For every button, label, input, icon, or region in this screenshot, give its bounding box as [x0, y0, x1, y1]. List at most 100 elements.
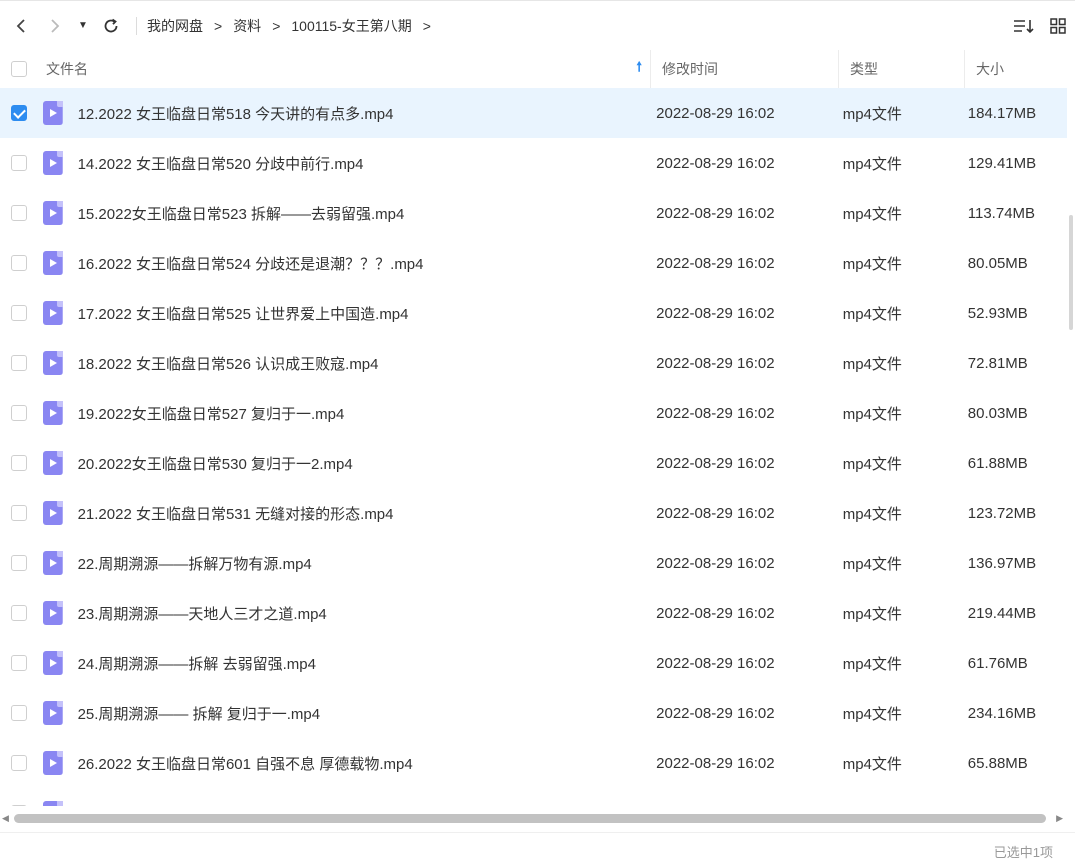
row-checkbox[interactable] [0, 205, 38, 221]
file-row[interactable]: 24.周期溯源——拆解 去弱留强.mp4 2022-08-29 16:02 mp4文… [0, 638, 1067, 688]
file-type: mp4文件 [842, 105, 902, 123]
row-checkbox[interactable] [0, 355, 38, 371]
file-type: mp4文件 [842, 755, 902, 773]
file-row[interactable]: 14.2022 女王临盘日常520 分歧中前行.mp4 2022-08-29 16… [0, 138, 1067, 188]
header-time-label: 修改时间 [662, 61, 718, 77]
file-row[interactable]: 18.2022 女王临盘日常526 认识成王败寇.mp4 2022-08-29 1… [0, 338, 1067, 388]
history-dropdown-icon[interactable]: ▼ [72, 9, 94, 43]
row-checkbox[interactable] [0, 555, 38, 571]
horizontal-scroll-thumb[interactable] [14, 814, 1046, 823]
scroll-left-icon[interactable]: ◀ [2, 813, 9, 824]
checkbox-box[interactable] [10, 155, 27, 171]
header-type[interactable]: 类型 [839, 50, 965, 88]
row-checkbox[interactable] [0, 505, 38, 521]
video-file-icon [42, 301, 63, 325]
row-checkbox[interactable] [0, 805, 38, 806]
video-file-icon [42, 401, 63, 425]
vertical-scrollbar[interactable] [1069, 215, 1073, 330]
checkbox-box[interactable] [10, 405, 27, 421]
row-checkbox[interactable] [0, 705, 38, 721]
header-size[interactable]: 大小 [965, 50, 1067, 88]
file-size: 113.74MB [967, 204, 1036, 222]
breadcrumb-dropdown-icon[interactable]: > [423, 18, 431, 34]
file-name[interactable]: 19.2022女王临盘日常527 复归于一.mp4 [78, 403, 657, 424]
file-name[interactable]: 14.2022 女王临盘日常520 分歧中前行.mp4 [78, 153, 657, 174]
file-modified-time: 2022-08-29 16:02 [656, 104, 775, 122]
file-row[interactable]: 12.2022 女王临盘日常518 今天讲的有点多.mp4 2022-08-29 … [0, 88, 1067, 138]
breadcrumb-item-root[interactable]: 我的网盘 [147, 16, 203, 36]
checkbox-box[interactable] [10, 655, 27, 671]
file-modified-time: 2022-08-29 16:02 [656, 504, 775, 522]
row-checkbox[interactable] [0, 405, 38, 421]
checkbox-box[interactable] [10, 755, 27, 771]
grid-view-icon[interactable] [1041, 9, 1075, 43]
file-type: mp4文件 [842, 705, 902, 723]
checkbox-box[interactable] [10, 455, 27, 471]
row-checkbox[interactable] [0, 755, 38, 771]
checkbox-box[interactable] [10, 605, 27, 621]
file-name[interactable]: 17.2022 女王临盘日常525 让世界爱上中国造.mp4 [78, 303, 657, 324]
file-name[interactable]: 23.周期溯源——天地人三才之道.mp4 [78, 603, 657, 624]
file-name[interactable]: 22.周期溯源——拆解万物有源.mp4 [78, 553, 657, 574]
file-row[interactable]: 15.2022女王临盘日常523 拆解——去弱留强.mp4 2022-08-29 … [0, 188, 1067, 238]
file-name[interactable]: 20.2022女王临盘日常530 复归于一2.mp4 [78, 453, 657, 474]
file-row[interactable]: 19.2022女王临盘日常527 复归于一.mp4 2022-08-29 16:0… [0, 388, 1067, 438]
file-size: 51.33MB [968, 805, 1067, 807]
file-row[interactable]: 22.周期溯源——拆解万物有源.mp4 2022-08-29 16:02 mp4文件… [0, 538, 1067, 588]
file-name[interactable]: 24.周期溯源——拆解 去弱留强.mp4 [78, 653, 657, 674]
file-name[interactable]: 15.2022女王临盘日常523 拆解——去弱留强.mp4 [78, 203, 657, 224]
scroll-right-icon[interactable]: ▶ [1056, 813, 1063, 824]
file-size: 61.76MB [967, 654, 1028, 672]
breadcrumb-item-folder[interactable]: 资料 [233, 16, 261, 36]
row-checkbox[interactable] [0, 455, 38, 471]
checkbox-box[interactable] [10, 505, 27, 521]
refresh-icon[interactable] [94, 9, 128, 43]
horizontal-scrollbar[interactable]: ◀ ▶ [0, 808, 1067, 828]
file-name[interactable]: 18.2022 女王临盘日常526 认识成王败寇.mp4 [78, 353, 657, 374]
row-checkbox[interactable] [0, 655, 38, 671]
header-name-label: 文件名 [46, 61, 88, 77]
back-arrow-icon[interactable] [4, 9, 38, 43]
sort-list-icon[interactable] [1007, 9, 1041, 43]
file-row[interactable]: 21.2022 女王临盘日常531 无缝对接的形态.mp4 2022-08-29 … [0, 488, 1067, 538]
file-row[interactable]: 25.周期溯源—— 拆解 复归于一.mp4 2022-08-29 16:02 mp4… [0, 688, 1067, 738]
file-row[interactable]: 16.2022 女王临盘日常524 分歧还是退潮？？？.mp4 2022-08-2… [0, 238, 1067, 288]
select-all-checkbox[interactable] [0, 61, 38, 77]
file-name[interactable]: 21.2022 女王临盘日常531 无缝对接的形态.mp4 [78, 503, 657, 524]
header-name[interactable]: 文件名 🠕 [38, 50, 651, 88]
file-row[interactable]: 26.2022 女王临盘日常601 自强不息 厚德载物.mp4 2022-08-2… [0, 738, 1067, 788]
video-file-icon [42, 751, 63, 775]
file-name[interactable]: 27.周期溯源——拆解 价格与空...切...持续空间了篇....mp4 [78, 803, 657, 807]
file-name[interactable]: 16.2022 女王临盘日常524 分歧还是退潮？？？.mp4 [78, 253, 657, 274]
file-name[interactable]: 12.2022 女王临盘日常518 今天讲的有点多.mp4 [78, 103, 657, 124]
checkbox-box[interactable] [10, 205, 27, 221]
row-checkbox[interactable] [0, 305, 38, 321]
checkbox-box[interactable] [10, 355, 27, 371]
checkbox-box[interactable] [10, 805, 27, 806]
checkbox-box[interactable] [10, 305, 27, 321]
breadcrumb-item-current[interactable]: 100115-女王第八期 [291, 16, 411, 36]
checkbox-box[interactable] [10, 705, 27, 721]
file-row[interactable]: 20.2022女王临盘日常530 复归于一2.mp4 2022-08-29 16:… [0, 438, 1067, 488]
header-time[interactable]: 修改时间 [651, 50, 839, 88]
checkbox-box[interactable] [10, 105, 27, 121]
checkbox-box[interactable] [10, 555, 27, 571]
file-size: 219.44MB [967, 604, 1037, 622]
checkbox-box[interactable] [10, 255, 27, 271]
row-checkbox[interactable] [0, 605, 38, 621]
row-checkbox[interactable] [0, 255, 38, 271]
checkbox-box[interactable] [11, 61, 27, 77]
file-name[interactable]: 25.周期溯源—— 拆解 复归于一.mp4 [78, 703, 657, 724]
row-checkbox[interactable] [0, 155, 38, 171]
video-file-icon [42, 651, 63, 675]
file-modified-time: 2022-08-29 16:02 [656, 805, 843, 807]
video-file-icon [42, 351, 63, 375]
file-modified-time: 2022-08-29 16:02 [656, 354, 775, 372]
file-row[interactable]: 27.周期溯源——拆解 价格与空...切...持续空间了篇....mp42022… [0, 788, 1067, 806]
file-type: mp4文件 [842, 255, 902, 273]
file-name[interactable]: 26.2022 女王临盘日常601 自强不息 厚德载物.mp4 [78, 753, 657, 774]
row-checkbox[interactable] [0, 105, 38, 121]
file-row[interactable]: 17.2022 女王临盘日常525 让世界爱上中国造.mp4 2022-08-29… [0, 288, 1067, 338]
file-row[interactable]: 23.周期溯源——天地人三才之道.mp4 2022-08-29 16:02 mp4文… [0, 588, 1067, 638]
forward-arrow-icon[interactable] [38, 9, 72, 43]
